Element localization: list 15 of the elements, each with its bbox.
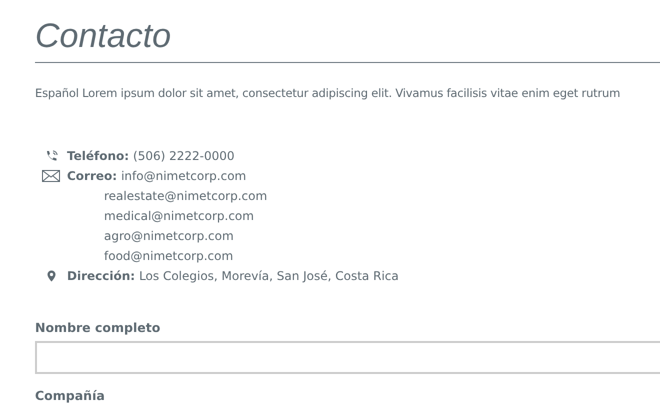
contact-label: Teléfono: — [67, 148, 130, 166]
intro-text: Español Lorem ipsum dolor sit amet, consectetur adipiscing elit. Vivamus facilisis vitae enim eget rutrum — [35, 85, 622, 102]
contact-value: food@nimetcorp.com — [104, 248, 234, 266]
contact-value: agro@nimetcorp.com — [104, 228, 234, 246]
contact-value: Los Colegios, Morevía, San José, Costa Rica — [139, 268, 399, 286]
contact-label: Correo: — [67, 168, 118, 186]
page-title: Contacto — [35, 16, 172, 57]
contact-value: (506) 2222-0000 — [133, 148, 235, 166]
contact-value: realestate@nimetcorp.com — [104, 188, 268, 206]
field-label: Nombre completo — [35, 320, 162, 336]
contact-value: medical@nimetcorp.com — [104, 208, 254, 226]
contact-label: Dirección: — [67, 268, 136, 286]
contact-value: info@nimetcorp.com — [121, 168, 246, 186]
field-label: Compañía — [35, 388, 106, 404]
input-field[interactable] — [35, 341, 660, 374]
